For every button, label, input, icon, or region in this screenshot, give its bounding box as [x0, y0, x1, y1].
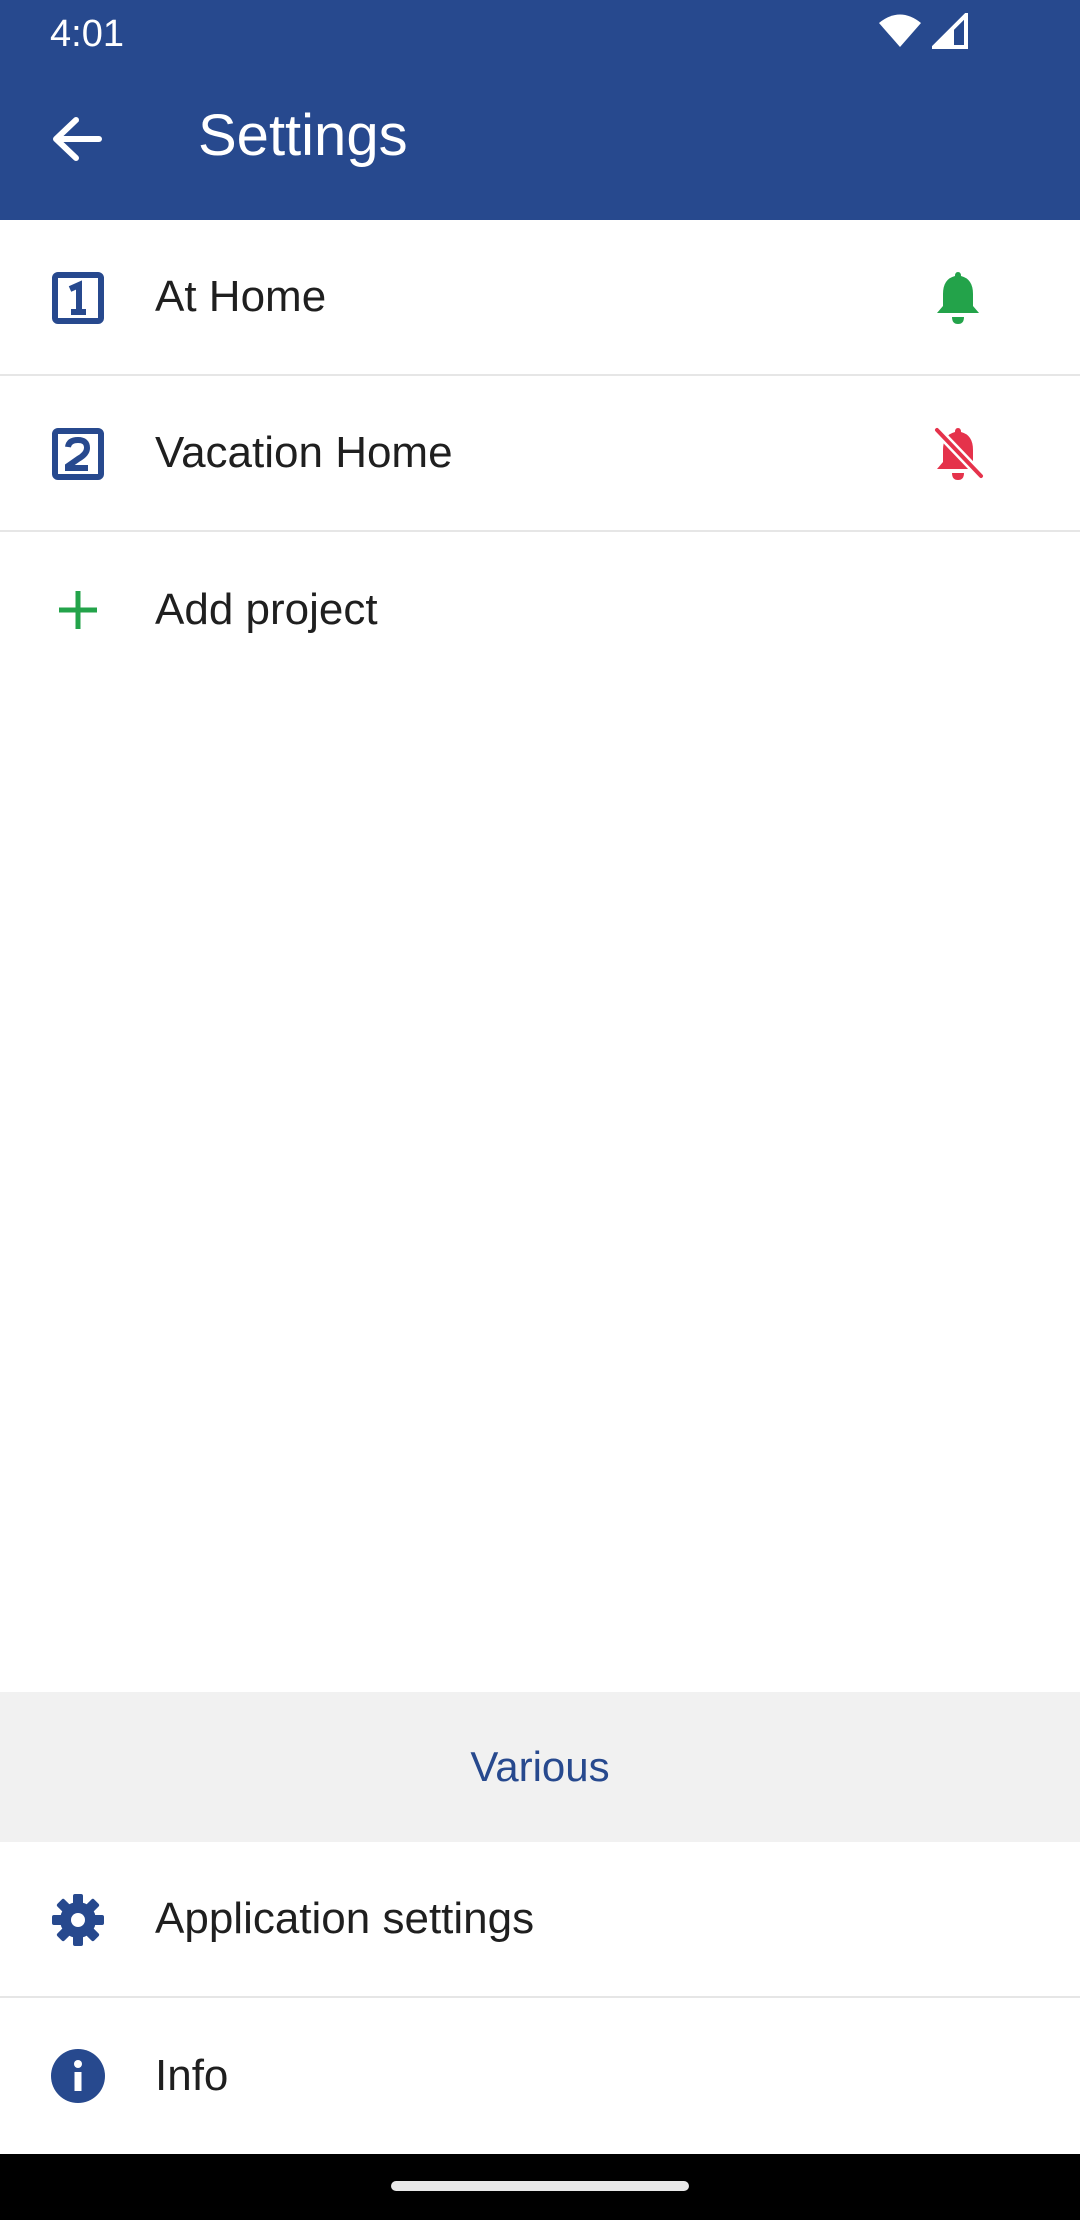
number-one-box-icon [40, 260, 116, 336]
info-icon [40, 2038, 116, 2114]
gear-icon [40, 1882, 116, 1958]
wifi-icon [878, 14, 922, 53]
section-header-various: Various [0, 1692, 1080, 1842]
project-label: Vacation Home [155, 428, 453, 477]
bell-active-icon[interactable] [928, 267, 988, 327]
project-item-vacation-home[interactable]: Vacation Home [0, 376, 1080, 532]
project-label: At Home [155, 272, 327, 321]
number-two-box-icon [40, 416, 116, 492]
arrow-back-icon [52, 116, 102, 166]
info-item[interactable]: Info [0, 1998, 1080, 2154]
home-indicator[interactable] [391, 2181, 689, 2191]
app-bar: 4:01 Settings [0, 0, 1080, 220]
back-button[interactable] [40, 104, 114, 178]
add-project-button[interactable]: Add project [0, 532, 1080, 688]
section-title: Various [470, 1743, 610, 1790]
application-settings-item[interactable]: Application settings [0, 1842, 1080, 1998]
signal-icon [929, 9, 968, 54]
page-title: Settings [198, 103, 408, 168]
plus-icon [40, 572, 116, 648]
info-label: Info [155, 2051, 229, 2100]
add-project-label: Add project [155, 585, 378, 634]
application-settings-label: Application settings [155, 1894, 535, 1943]
project-item-at-home[interactable]: At Home [0, 220, 1080, 376]
settings-screen: 4:01 Settings At Home Vacation Home Add … [0, 0, 1080, 2220]
status-time: 4:01 [50, 13, 124, 55]
status-icons [878, 9, 968, 54]
bell-off-icon[interactable] [928, 423, 988, 483]
